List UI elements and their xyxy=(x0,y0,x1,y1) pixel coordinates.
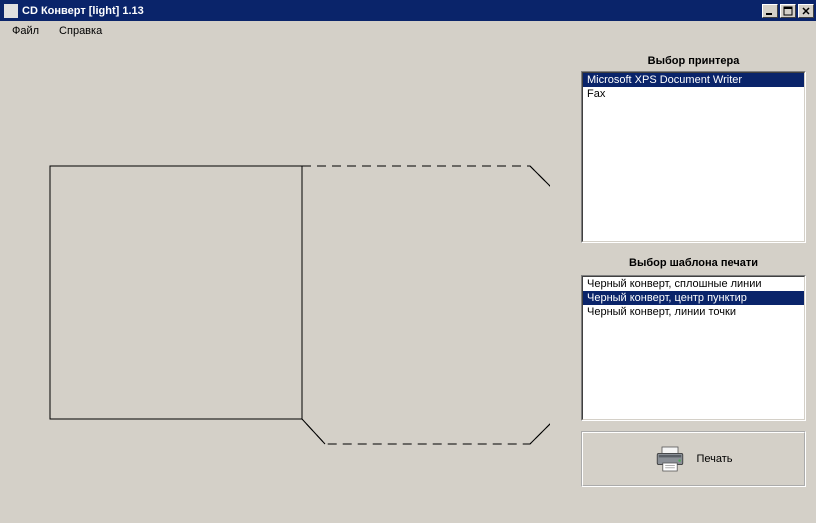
titlebar: CD Конверт [light] 1.13 xyxy=(0,0,816,21)
printer-icon xyxy=(654,445,686,473)
template-section-label: Выбор шаблона печати xyxy=(581,257,806,269)
template-item[interactable]: Черный конверт, линии точки xyxy=(583,305,804,319)
maximize-button[interactable] xyxy=(780,4,796,18)
printer-listbox[interactable]: Microsoft XPS Document WriterFax xyxy=(581,71,806,243)
close-button[interactable] xyxy=(798,4,814,18)
app-icon xyxy=(4,4,18,18)
print-panel: Печать xyxy=(581,431,806,487)
menu-file[interactable]: Файл xyxy=(6,23,45,39)
envelope-preview xyxy=(30,141,550,471)
window-controls xyxy=(762,4,814,18)
printer-item[interactable]: Fax xyxy=(583,87,804,101)
template-item[interactable]: Черный конверт, центр пунктир xyxy=(583,291,804,305)
template-item[interactable]: Черный конверт, сплошные линии xyxy=(583,277,804,291)
printer-section-label: Выбор принтера xyxy=(581,55,806,67)
menubar: Файл Справка xyxy=(0,21,816,41)
content: Выбор принтера Microsoft XPS Document Wr… xyxy=(0,41,816,523)
right-pane: Выбор принтера Microsoft XPS Document Wr… xyxy=(581,41,816,523)
menu-help[interactable]: Справка xyxy=(53,23,108,39)
print-button-label: Печать xyxy=(696,453,732,465)
printer-item[interactable]: Microsoft XPS Document Writer xyxy=(583,73,804,87)
window-title: CD Конверт [light] 1.13 xyxy=(22,5,762,17)
print-button[interactable]: Печать xyxy=(644,441,742,477)
minimize-button[interactable] xyxy=(762,4,778,18)
template-listbox[interactable]: Черный конверт, сплошные линииЧерный кон… xyxy=(581,275,806,421)
preview-pane xyxy=(0,41,581,523)
